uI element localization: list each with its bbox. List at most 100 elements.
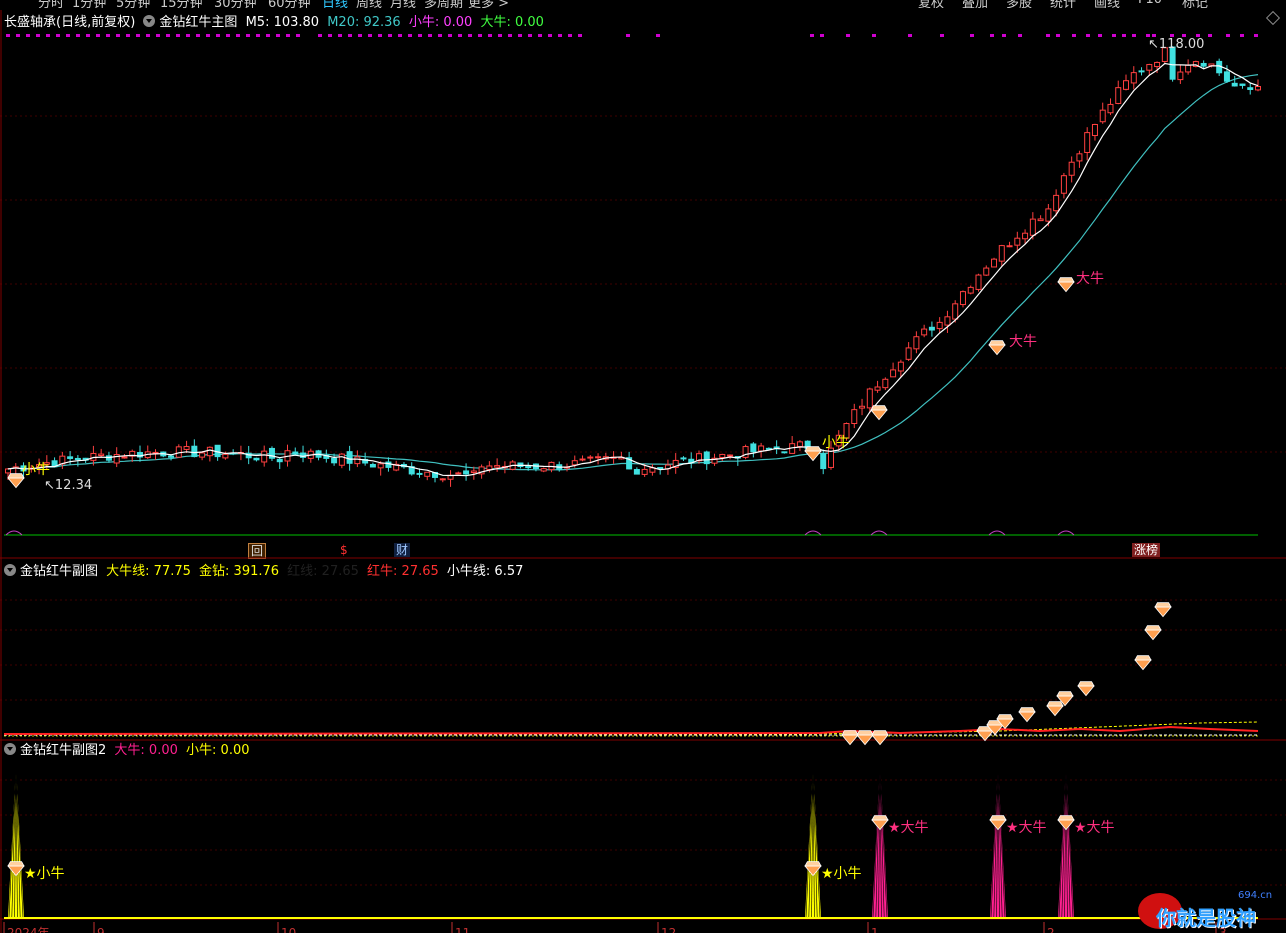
signal-dot [626,34,630,37]
signal-dot [166,34,170,37]
diamond-icon [804,446,822,462]
daniu-star-label: ★大牛 [888,820,929,836]
signal-dot [1254,34,1258,37]
signal-dot [116,34,120,37]
date-axis: 2024年 9 10 11 12 1 2 3 [3,922,1227,933]
candle-body [921,328,928,336]
signal-dot [358,34,362,37]
candle-body [1053,194,1060,212]
signal-dot [1072,34,1076,37]
signal-dot [296,34,300,37]
candle-body [463,470,470,475]
signal-dot [498,34,502,37]
signal-dot [86,34,90,37]
signal-dot [940,34,944,37]
candle-body [859,405,866,409]
signal-dot [1046,34,1050,37]
signal-dot [96,34,100,37]
base-marker [804,530,822,536]
candle-body [1006,245,1013,248]
candle-body [1029,218,1036,236]
signal-dot [6,34,10,37]
watermark-site: 694.cn [1238,890,1273,901]
candle-body [1045,208,1052,222]
candle-body [680,457,687,460]
daniu-star-label: ★大牛 [1074,820,1115,836]
candle-body [1223,71,1230,82]
signal-dot [398,34,402,37]
candle-body [866,388,873,409]
candle-body [1099,109,1106,123]
candle-body [1060,175,1067,194]
xiaoniu-signal-label: 小牛 [822,435,850,451]
candle-body [998,245,1005,262]
signal-dot [568,34,572,37]
daniu-signal-label: 大牛 [1076,271,1104,287]
candle-body [455,472,462,475]
candle-body [1014,237,1021,246]
base-marker [870,530,888,536]
signal-dot [1226,34,1230,37]
candle-body [587,456,594,459]
signal-dot [388,34,392,37]
candle-body [750,443,757,453]
candle-body [98,453,105,456]
candle-body [1037,218,1044,222]
diamond-icon [1057,815,1075,831]
candle-body [874,386,881,391]
signal-dot [348,34,352,37]
diamond-icon [1077,681,1095,697]
signal-dot [528,34,532,37]
signal-dot [206,34,210,37]
signal-dot [378,34,382,37]
candle-body [1200,62,1207,67]
candle-body [975,274,982,290]
date-label: 2 [1047,926,1055,933]
kline-chart[interactable]: 小牛小牛大牛大牛 ★小牛 ★小牛★大牛 ★大牛 ★大牛 2024年 9 10 11 12 1 2 3 [0,0,1286,933]
signal-dot [428,34,432,37]
watermark-logo: 你就是股神 694.cn [1138,888,1286,933]
signal-dot [1112,34,1116,37]
candlesticks [5,46,1261,487]
signal-dot [1122,34,1126,37]
diamond-icon [841,730,859,746]
diamond-icon [870,405,888,421]
candle-body [1255,85,1261,91]
candle-body [758,445,765,452]
signal-dot [196,34,200,37]
candle-body [67,456,74,459]
candle-body [1239,83,1246,86]
base-marker [988,530,1006,536]
candle-body [206,446,213,457]
m5-line [7,62,1259,477]
diamond-icon [1134,655,1152,671]
candle-body [377,463,384,469]
daniu-line [4,721,1259,735]
signal-dot [478,34,482,37]
candle-body [168,455,175,458]
candle-body [494,465,501,468]
date-label: 12 [661,926,676,933]
candle-body [1185,64,1192,73]
candle-body [1130,72,1137,84]
candle-body [703,451,710,465]
candle-body [253,457,260,461]
signal-dot [266,34,270,37]
candle-body [540,468,547,472]
signal-dot [106,34,110,37]
candle-body [897,361,904,372]
signal-dot [578,34,582,37]
signal-dot [468,34,472,37]
candle-body [944,316,951,326]
candle-body [1177,71,1184,81]
signal-dot [1208,34,1212,37]
signal-dot [448,34,452,37]
signal-dot [488,34,492,37]
signal-dot [548,34,552,37]
candle-body [851,409,858,424]
candle-body [1022,232,1029,240]
signal-dot [36,34,40,37]
candle-body [1146,64,1153,71]
candle-body [121,456,128,459]
signal-dot [1086,34,1090,37]
